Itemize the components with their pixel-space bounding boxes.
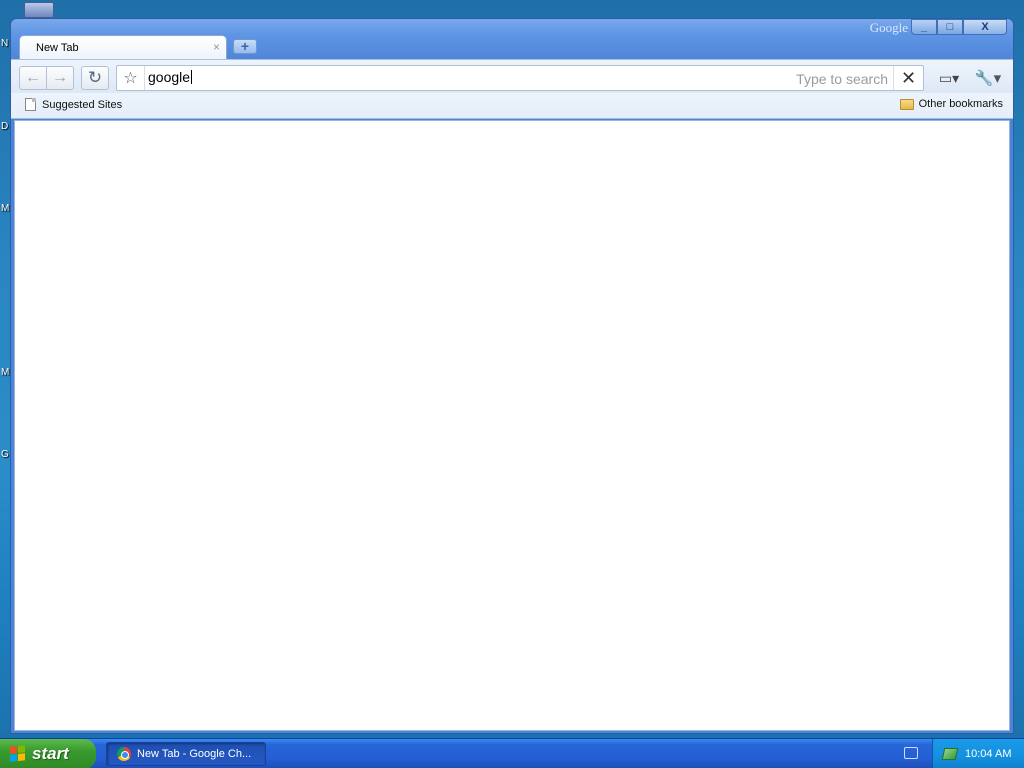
close-window-button[interactable]: X <box>963 19 1007 35</box>
taskbar-item-label: New Tab - Google Ch... <box>137 748 252 760</box>
address-input-text: google <box>148 69 191 85</box>
keyboard-icon[interactable] <box>904 747 918 759</box>
taskbar: start New Tab - Google Ch... 10:04 AM <box>0 738 1024 768</box>
clear-input-icon[interactable]: ✕ <box>893 66 923 90</box>
wrench-menu-button[interactable]: 🔧▾ <box>971 66 1005 90</box>
bookmark-star-icon[interactable]: ☆ <box>117 66 145 90</box>
desktop-icon-label[interactable]: G <box>1 449 9 460</box>
new-tab-button[interactable]: + <box>233 39 257 54</box>
system-tray: 10:04 AM <box>932 739 1024 768</box>
forward-button[interactable]: → <box>46 66 74 90</box>
windows-logo-icon <box>10 745 26 763</box>
toolbar: ← → ↻ ☆ google Type to search ✕ ▭▾ 🔧▾ <box>11 59 1013 93</box>
tab-new-tab[interactable]: New Tab × <box>19 35 227 60</box>
bookmark-suggested-sites[interactable]: Suggested Sites <box>25 98 122 111</box>
folder-icon <box>899 98 914 110</box>
browser-window: Google _ □ X New Tab × + ← → ↻ ☆ google … <box>10 18 1014 734</box>
maximize-button[interactable]: □ <box>937 19 963 35</box>
taskbar-item-chrome[interactable]: New Tab - Google Ch... <box>106 742 266 766</box>
desktop-icon-label[interactable]: N <box>1 38 8 49</box>
desktop-icon-label[interactable]: M <box>1 203 9 214</box>
reload-button[interactable]: ↻ <box>81 66 109 90</box>
address-input[interactable]: google <box>148 69 193 85</box>
other-bookmarks[interactable]: Other bookmarks <box>899 98 1003 110</box>
text-caret <box>191 70 193 84</box>
tab-title: New Tab <box>36 42 79 54</box>
back-button[interactable]: ← <box>19 66 47 90</box>
omnibox[interactable]: ☆ google Type to search ✕ <box>116 65 924 91</box>
start-label: start <box>32 744 69 763</box>
desktop-icon-label[interactable]: M <box>1 367 9 378</box>
minimize-button[interactable]: _ <box>911 19 937 35</box>
page-icon <box>25 98 36 111</box>
close-tab-icon[interactable]: × <box>213 40 220 54</box>
desktop-icon[interactable] <box>24 2 54 18</box>
page-content[interactable] <box>14 120 1010 731</box>
start-button[interactable]: start <box>0 739 96 768</box>
search-hint: Type to search <box>796 71 888 87</box>
clock[interactable]: 10:04 AM <box>965 748 1011 760</box>
chrome-icon <box>117 747 131 761</box>
bookmark-label: Suggested Sites <box>42 98 123 111</box>
other-bookmarks-label: Other bookmarks <box>918 98 1003 110</box>
title-bar[interactable]: Google _ □ X New Tab × + <box>11 19 1013 60</box>
bookmarks-bar: Suggested Sites Other bookmarks <box>11 93 1013 119</box>
page-menu-button[interactable]: ▭▾ <box>932 66 966 90</box>
browser-brand: Google <box>869 20 908 35</box>
window-controls: _ □ X <box>911 19 1007 35</box>
network-icon[interactable] <box>941 748 959 760</box>
desktop-icon-label[interactable]: D <box>1 121 8 132</box>
